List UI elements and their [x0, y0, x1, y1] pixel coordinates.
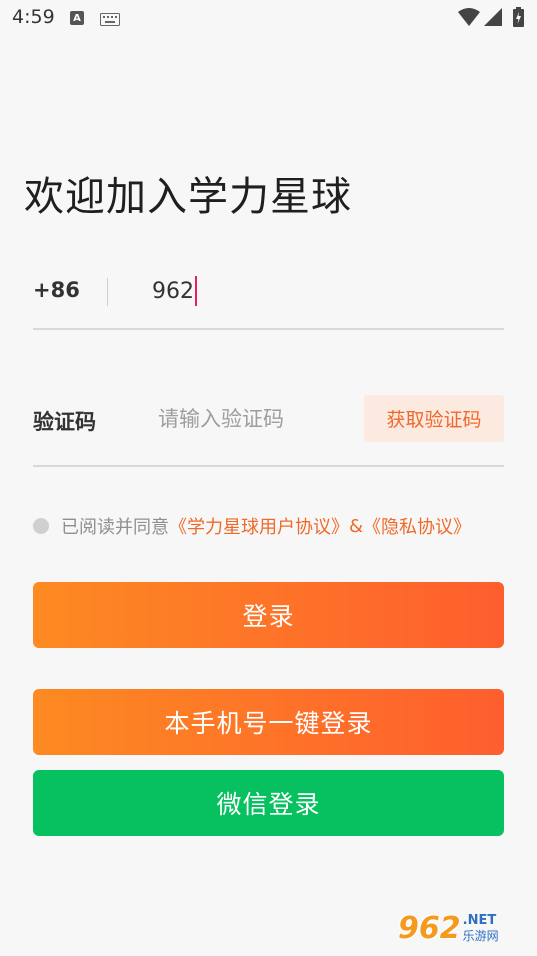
country-code[interactable]: +86 [33, 278, 80, 302]
keyboard-icon [100, 11, 120, 30]
phone-underline [33, 328, 504, 330]
phone-field[interactable]: +86 962 [33, 262, 504, 330]
watermark-number: 962 [398, 910, 461, 946]
battery-icon [513, 7, 524, 31]
phone-input[interactable]: 962 [152, 276, 197, 306]
agreement-checkbox[interactable] [33, 518, 49, 534]
agreement-separator: & [349, 515, 364, 537]
code-label: 验证码 [33, 410, 96, 434]
verification-code-field: 验证码 获取验证码 [33, 392, 504, 467]
one-key-login-button[interactable]: 本手机号一键登录 [33, 689, 504, 755]
watermark-cn: 乐游网 [462, 929, 499, 943]
privacy-policy-link[interactable]: 《隐私协议》 [363, 513, 471, 539]
code-underline [33, 465, 504, 467]
watermark-net: .NET [462, 913, 497, 928]
page-title: 欢迎加入学力星球 [24, 174, 352, 220]
wifi-icon [458, 8, 480, 30]
wechat-login-button[interactable]: 微信登录 [33, 770, 504, 836]
text-caret [195, 276, 197, 306]
signal-icon [484, 8, 502, 30]
phone-input-value: 962 [152, 278, 194, 304]
user-agreement-link[interactable]: 《学力星球用户协议》 [169, 513, 349, 539]
accessibility-a-icon: A [70, 11, 84, 25]
login-button[interactable]: 登录 [33, 582, 504, 648]
agreement-row: 已阅读并同意 《学力星球用户协议》 & 《隐私协议》 [33, 512, 513, 540]
status-time: 4:59 [12, 6, 55, 28]
watermark-logo: 962 .NET 乐游网 [398, 906, 528, 950]
get-code-button[interactable]: 获取验证码 [364, 395, 504, 442]
code-input[interactable] [158, 402, 348, 436]
agreement-prefix: 已阅读并同意 [61, 517, 169, 538]
divider [107, 278, 108, 306]
status-bar: 4:59 A [0, 0, 537, 36]
